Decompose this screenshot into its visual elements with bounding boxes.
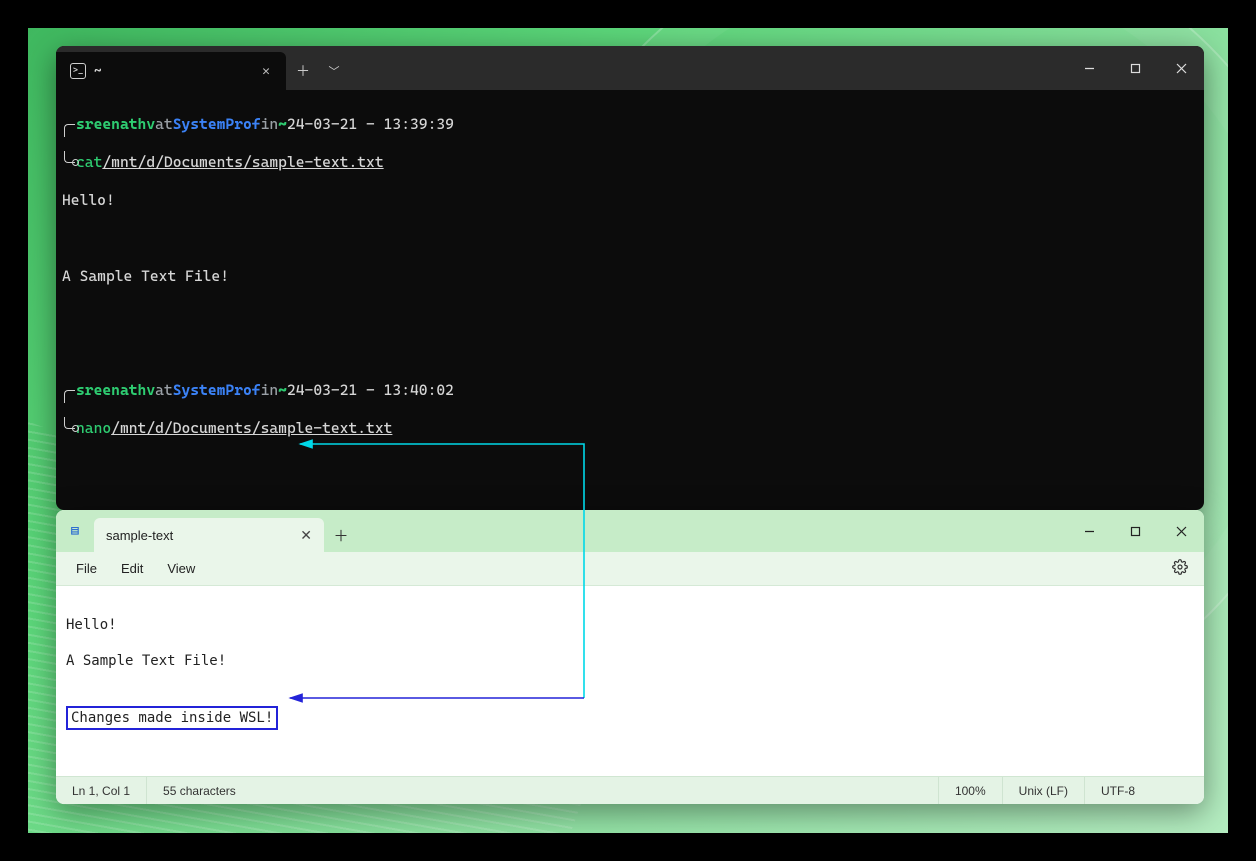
close-button[interactable]: [1158, 510, 1204, 552]
prompt-time: 24-03-21 - 13:39:39: [287, 115, 454, 134]
prompt-host: SystemProf: [173, 115, 261, 134]
terminal-titlebar: >_ ~ ✕ ＋ ﹀: [56, 46, 1204, 90]
output-line: A Sample Text File!: [62, 267, 1198, 286]
new-tab-button[interactable]: ＋: [286, 52, 320, 90]
file-path: /mnt/d/Documents/sample-text.txt: [102, 153, 383, 172]
status-encoding: UTF-8: [1084, 777, 1204, 804]
status-charcount: 55 characters: [146, 777, 252, 804]
terminal-tab[interactable]: >_ ~ ✕: [56, 52, 286, 90]
tab-dropdown-button[interactable]: ﹀: [320, 52, 348, 90]
new-tab-button[interactable]: ＋: [324, 518, 358, 552]
terminal-window: >_ ~ ✕ ＋ ﹀ sreenathv at SystemProf in ~ …: [56, 46, 1204, 510]
minimize-button[interactable]: [1066, 510, 1112, 552]
tab-close-button[interactable]: ✕: [256, 61, 276, 81]
menu-view[interactable]: View: [155, 555, 207, 582]
menu-file[interactable]: File: [64, 555, 109, 582]
text-line: Hello!: [66, 617, 117, 633]
maximize-button[interactable]: [1112, 510, 1158, 552]
text-line: A Sample Text File!: [66, 653, 226, 669]
notepad-window: ▤ sample-text ✕ ＋ File Edit View Hello! …: [56, 510, 1204, 804]
terminal-tab-title: ~: [94, 64, 102, 79]
status-position: Ln 1, Col 1: [56, 777, 146, 804]
settings-button[interactable]: [1164, 553, 1196, 584]
command: cat: [76, 153, 102, 172]
highlighted-text: Changes made inside WSL!: [66, 706, 278, 730]
status-eol: Unix (LF): [1002, 777, 1084, 804]
terminal-body[interactable]: sreenathv at SystemProf in ~ 24-03-21 - …: [56, 90, 1204, 510]
notepad-menubar: File Edit View: [56, 552, 1204, 586]
status-zoom[interactable]: 100%: [938, 777, 1002, 804]
close-button[interactable]: [1158, 46, 1204, 90]
notepad-statusbar: Ln 1, Col 1 55 characters 100% Unix (LF)…: [56, 776, 1204, 804]
notepad-icon: ▤: [56, 510, 94, 552]
prompt-user: sreenathv: [76, 115, 155, 134]
notepad-titlebar: ▤ sample-text ✕ ＋: [56, 510, 1204, 552]
notepad-tab[interactable]: sample-text ✕: [94, 518, 324, 552]
output-line: Hello!: [62, 191, 1198, 210]
menu-edit[interactable]: Edit: [109, 555, 155, 582]
notepad-text-area[interactable]: Hello! A Sample Text File! Changes made …: [56, 586, 1204, 760]
notepad-tab-title: sample-text: [106, 528, 173, 543]
minimize-button[interactable]: [1066, 46, 1112, 90]
maximize-button[interactable]: [1112, 46, 1158, 90]
terminal-icon: >_: [70, 63, 86, 79]
tab-close-button[interactable]: ✕: [300, 527, 312, 544]
